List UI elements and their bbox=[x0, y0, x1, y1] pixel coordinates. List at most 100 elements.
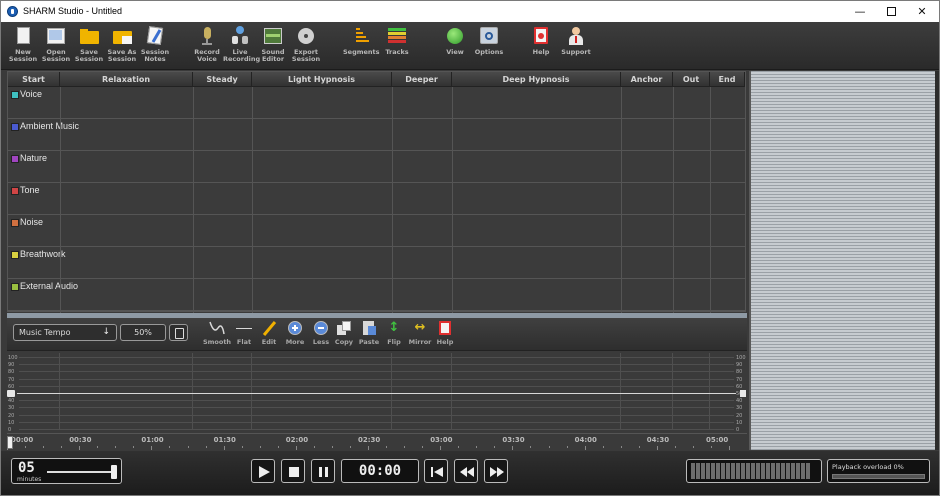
grid-column-line bbox=[673, 87, 674, 313]
meter-segment bbox=[701, 463, 705, 479]
segments-button[interactable]: Segments bbox=[343, 23, 380, 69]
live-recording-button[interactable]: Live Recording bbox=[223, 23, 260, 69]
rewind-button[interactable] bbox=[454, 459, 478, 483]
stop-icon bbox=[289, 467, 299, 477]
ruler-tick bbox=[368, 446, 369, 450]
skip-start-button[interactable] bbox=[424, 459, 448, 483]
volume-tick-right: 40 bbox=[736, 398, 743, 405]
percent-value-box[interactable]: 50% bbox=[120, 324, 166, 341]
ruler-tick bbox=[97, 446, 99, 448]
grid-column-line bbox=[392, 87, 393, 313]
length-slider-handle[interactable] bbox=[111, 465, 117, 479]
volume-gridline bbox=[19, 385, 734, 387]
segment-header-deep-hypnosis[interactable]: Deep Hypnosis bbox=[452, 72, 621, 87]
segment-header-out[interactable]: Out bbox=[673, 72, 710, 87]
meter-segment bbox=[706, 463, 710, 479]
curve-toolbar: Music Tempo ↓ 50% Smooth Flat Edit More L… bbox=[7, 318, 747, 350]
segment-header-start[interactable]: Start bbox=[8, 72, 60, 87]
record-voice-button[interactable]: Record Voice bbox=[192, 23, 222, 69]
time-ruler[interactable]: 00:00 00:30 01:00 01:30 02:00 02:30 03:00 03:30… bbox=[7, 433, 747, 450]
playhead-marker[interactable] bbox=[7, 436, 13, 449]
export-session-button[interactable]: Export Session bbox=[291, 23, 321, 69]
session-length-control[interactable]: 05 minutes bbox=[11, 458, 122, 484]
maximize-button[interactable] bbox=[876, 1, 906, 22]
track-row[interactable]: Voice bbox=[8, 87, 745, 119]
ruler-tick bbox=[169, 446, 171, 448]
session-notes-button[interactable]: Session Notes bbox=[139, 23, 171, 69]
length-slider-track[interactable] bbox=[47, 471, 116, 473]
ruler-tick bbox=[656, 446, 658, 450]
volume-column-line bbox=[391, 353, 392, 430]
ruler-tick bbox=[386, 446, 388, 448]
ruler-label: 04:30 bbox=[646, 436, 670, 444]
more-button[interactable]: More bbox=[283, 318, 307, 350]
segment-header-light-hypnosis[interactable]: Light Hypnosis bbox=[252, 72, 392, 87]
track-row[interactable]: Noise bbox=[8, 215, 745, 247]
meter-segment bbox=[741, 463, 745, 479]
smooth-button[interactable]: Smooth bbox=[201, 318, 233, 350]
new-session-button[interactable]: New Session bbox=[7, 23, 39, 69]
volume-curve-line[interactable] bbox=[17, 393, 736, 394]
ruler-tick bbox=[79, 446, 81, 450]
curve-help-button[interactable]: Help bbox=[435, 318, 455, 350]
support-button[interactable]: Support bbox=[559, 23, 593, 69]
tracks-button[interactable]: Tracks bbox=[383, 23, 411, 69]
paste-button[interactable]: Paste bbox=[357, 318, 381, 350]
ruler-tick bbox=[61, 446, 63, 448]
ruler-tick bbox=[313, 446, 315, 448]
track-row[interactable]: Tone bbox=[8, 183, 745, 215]
volume-gridline bbox=[19, 378, 734, 380]
copy-button[interactable]: Copy bbox=[333, 318, 355, 350]
segment-header-deeper[interactable]: Deeper bbox=[392, 72, 452, 87]
minimize-button[interactable]: — bbox=[845, 1, 875, 22]
less-button[interactable]: Less bbox=[309, 318, 333, 350]
meter-segment bbox=[791, 463, 795, 479]
curve-end-handle[interactable] bbox=[740, 390, 746, 397]
save-as-session-button[interactable]: Save As Session bbox=[105, 23, 139, 69]
segment-header-relaxation[interactable]: Relaxation bbox=[60, 72, 193, 87]
stop-button[interactable] bbox=[281, 459, 305, 483]
track-row[interactable]: Nature bbox=[8, 151, 745, 183]
session-grid: Start Relaxation Steady Light Hypnosis Deepe… bbox=[7, 71, 746, 313]
curve-start-handle[interactable] bbox=[7, 390, 15, 397]
volume-column-line bbox=[251, 353, 252, 430]
open-session-button[interactable]: Open Session bbox=[40, 23, 72, 69]
flip-button[interactable]: ↕ Flip bbox=[385, 318, 403, 350]
volume-tick-right: 90 bbox=[736, 362, 743, 369]
ruler-label: 01:00 bbox=[141, 436, 164, 444]
ruler-tick bbox=[133, 446, 135, 448]
side-panel-scrollbar[interactable] bbox=[935, 71, 939, 450]
view-button[interactable]: View bbox=[443, 23, 467, 69]
ruler-tick bbox=[349, 446, 351, 448]
grid-column-line bbox=[452, 87, 453, 313]
sound-editor-button[interactable]: Sound Editor bbox=[259, 23, 287, 69]
tracks-icon bbox=[387, 26, 407, 46]
fast-forward-button[interactable] bbox=[484, 459, 508, 483]
ruler-tick bbox=[404, 446, 406, 448]
volume-tick-right: 10 bbox=[736, 419, 743, 426]
meter-segment bbox=[736, 463, 740, 479]
lock-icon[interactable] bbox=[169, 324, 188, 341]
segment-header-anchor[interactable]: Anchor bbox=[621, 72, 673, 87]
minutes-label: minutes bbox=[17, 476, 42, 483]
segment-header-end[interactable]: End bbox=[710, 72, 745, 87]
curve-track-select[interactable]: Music Tempo ↓ bbox=[13, 324, 117, 341]
close-button[interactable]: ✕ bbox=[907, 1, 937, 22]
track-color-swatch bbox=[11, 283, 19, 291]
track-row[interactable]: Ambient Music bbox=[8, 119, 745, 151]
track-row[interactable]: External Audio bbox=[8, 279, 745, 311]
pause-button[interactable] bbox=[311, 459, 335, 483]
help-button[interactable]: Help bbox=[529, 23, 553, 69]
save-folder-icon bbox=[79, 26, 99, 46]
play-button[interactable] bbox=[251, 459, 275, 483]
edit-button[interactable]: Edit bbox=[259, 318, 279, 350]
flat-line-icon bbox=[236, 320, 252, 336]
flat-button[interactable]: Flat bbox=[234, 318, 254, 350]
save-session-button[interactable]: Save Session bbox=[73, 23, 105, 69]
mirror-button[interactable]: ↔ Mirror bbox=[407, 318, 433, 350]
volume-curve-area[interactable]: 1001009090808070706060505040403030202010… bbox=[7, 350, 747, 433]
options-button[interactable]: Options bbox=[473, 23, 505, 69]
segment-header-steady[interactable]: Steady bbox=[193, 72, 252, 87]
ruler-label: 05:00 bbox=[706, 436, 729, 444]
track-row[interactable]: Breathwork bbox=[8, 247, 745, 279]
